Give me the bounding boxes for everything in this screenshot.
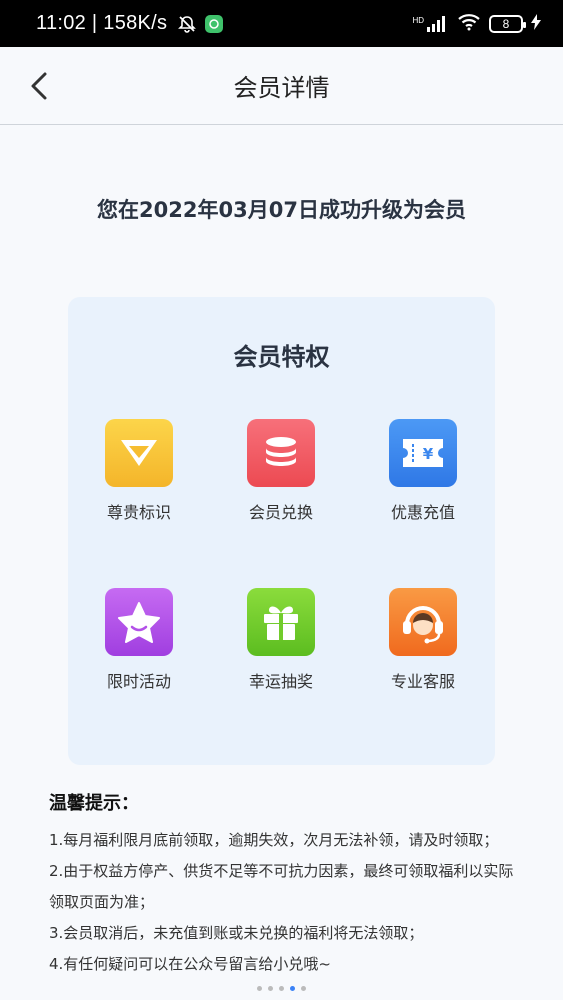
mute-icon <box>177 14 197 34</box>
battery-level: 8 <box>502 16 510 31</box>
coupon-icon: ¥ <box>389 419 457 487</box>
privileges-card: 会员特权 尊贵标识 会员兑换 ¥ 优惠充值 限时活动 幸运抽奖 专业客服 <box>68 297 495 765</box>
privilege-label: 幸运抽奖 <box>248 672 313 691</box>
privilege-item-activity[interactable]: 限时活动 <box>84 588 194 692</box>
battery-icon: 8 <box>489 14 526 33</box>
nav-bar: 会员详情 <box>0 47 563 125</box>
gift-icon <box>247 588 315 656</box>
privilege-label: 限时活动 <box>106 672 171 691</box>
page-indicator <box>0 986 563 991</box>
upgrade-message: 您在2022年03月07日成功升级为会员 <box>97 198 466 222</box>
tip-line: 2.由于权益方停产、供货不足等不可抗力因素，最终可领取福利以实际领取页面为准； <box>49 862 514 911</box>
coins-icon <box>247 419 315 487</box>
wifi-icon <box>457 13 481 35</box>
star-icon <box>105 588 173 656</box>
tip-line: 4.有任何疑问可以在公众号留言给小兑哦~ <box>49 955 331 973</box>
app-notification-icon <box>205 14 224 33</box>
privilege-item-exchange[interactable]: 会员兑换 <box>226 419 336 523</box>
diamond-icon <box>105 419 173 487</box>
tip-line: 3.会员取消后，未充值到账或未兑换的福利将无法领取； <box>49 924 424 942</box>
privilege-item-recharge[interactable]: ¥ 优惠充值 <box>368 419 478 523</box>
tips-list: 1.每月福利限月底前领取，逾期失效，次月无法补领，请及时领取； 2.由于权益方停… <box>49 825 519 980</box>
page-title: 会员详情 <box>233 74 330 102</box>
tips-title: 温馨提示： <box>49 793 139 814</box>
page-dot <box>301 986 306 991</box>
status-bar: 11:02 | 158K/s HD 8 <box>0 0 563 47</box>
page-dot <box>279 986 284 991</box>
headset-icon <box>389 588 457 656</box>
privileges-title: 会员特权 <box>233 343 330 371</box>
charging-icon <box>531 13 541 34</box>
privilege-item-badge[interactable]: 尊贵标识 <box>84 419 194 523</box>
privilege-label: 专业客服 <box>390 672 455 691</box>
page-dot <box>268 986 273 991</box>
signal-icon: HD <box>412 15 449 32</box>
chevron-left-icon <box>31 72 47 100</box>
privilege-item-service[interactable]: 专业客服 <box>368 588 478 692</box>
page-dot-active <box>290 986 295 991</box>
privilege-label: 优惠充值 <box>390 503 455 522</box>
network-label: HD <box>412 15 424 25</box>
privilege-label: 尊贵标识 <box>106 503 171 522</box>
svg-text:¥: ¥ <box>423 445 434 463</box>
tip-line: 1.每月福利限月底前领取，逾期失效，次月无法补领，请及时领取； <box>49 831 499 849</box>
privilege-label: 会员兑换 <box>248 503 313 522</box>
page-dot <box>257 986 262 991</box>
status-time: 11:02 | 158K/s <box>36 12 168 34</box>
back-button[interactable] <box>22 67 56 105</box>
privilege-item-lottery[interactable]: 幸运抽奖 <box>226 588 336 692</box>
